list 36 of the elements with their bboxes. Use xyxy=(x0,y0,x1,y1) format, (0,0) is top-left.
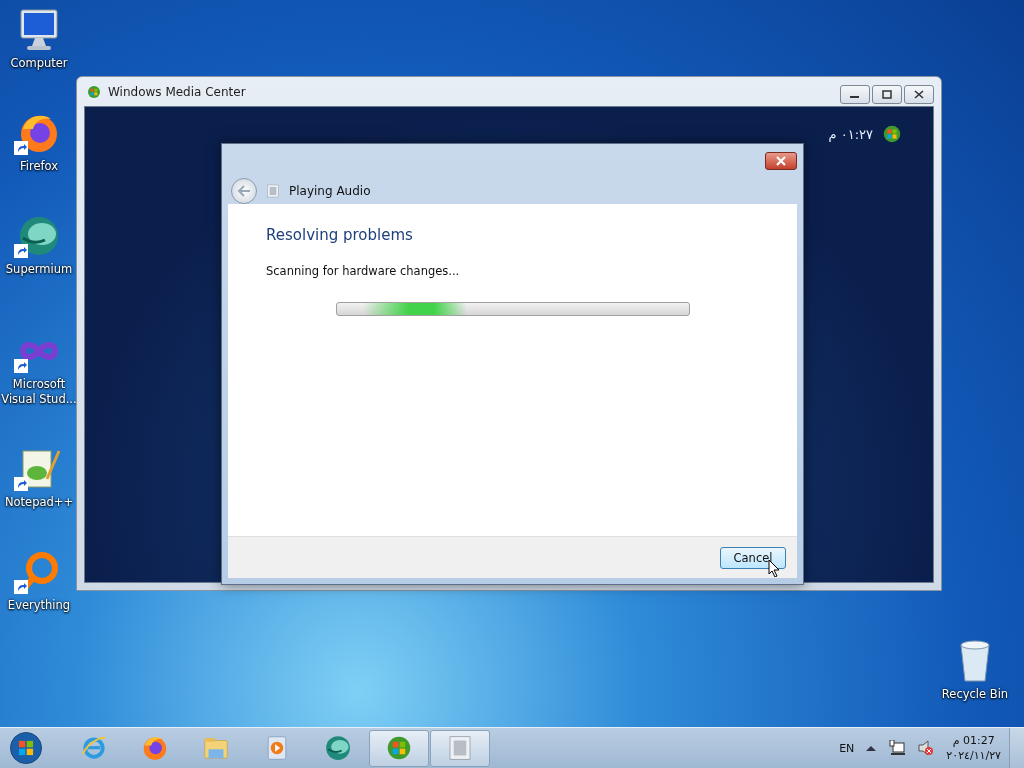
dialog-heading: Resolving problems xyxy=(266,226,414,244)
close-icon xyxy=(914,90,924,99)
desktop-icon-label[interactable]: Microsoft Visual Stud... xyxy=(0,377,78,407)
show-desktop-button[interactable] xyxy=(1009,728,1024,768)
clock-text: ٠١:٢٧ م xyxy=(828,126,873,142)
taskbar-button[interactable] xyxy=(369,729,429,767)
restore-button[interactable] xyxy=(872,85,902,104)
media-center-logo-icon xyxy=(86,83,102,100)
windows-orb-icon xyxy=(881,123,903,145)
desktop-icon-label[interactable]: Notepad++ xyxy=(4,495,74,510)
minimize-button[interactable] xyxy=(840,85,870,104)
show-hidden-icons-button[interactable] xyxy=(866,745,877,751)
network-icon[interactable] xyxy=(888,740,907,756)
desktop-icon-label[interactable]: Firefox xyxy=(19,159,59,174)
taskbar-button[interactable] xyxy=(430,729,490,767)
restore-icon xyxy=(882,90,892,99)
clock-time[interactable]: 01:27 م xyxy=(952,733,995,748)
desktop-icon-label[interactable]: Computer xyxy=(10,56,68,71)
clock-date[interactable]: ٢٠٢٤/١١/٢٧ xyxy=(946,748,1001,763)
desktop-icon-label[interactable]: Supermium xyxy=(5,262,73,277)
globe-icon xyxy=(323,733,353,763)
status-text: Scanning for hardware changes... xyxy=(266,264,461,278)
window-title: Windows Media Center xyxy=(108,84,247,99)
document-window-icon xyxy=(265,183,281,199)
start-button[interactable] xyxy=(9,731,43,765)
muted-speaker-icon[interactable] xyxy=(918,740,935,756)
cancel-button[interactable]: Cancel xyxy=(720,546,786,569)
back-arrow-icon xyxy=(237,185,251,197)
desktop-icon-label[interactable]: Everything xyxy=(7,598,71,613)
close-icon xyxy=(775,156,787,166)
dialog-title: Playing Audio xyxy=(289,184,371,198)
language-indicator[interactable]: EN xyxy=(839,741,855,755)
close-button[interactable] xyxy=(765,152,797,170)
back-button[interactable] xyxy=(231,178,257,204)
desktop-icon-label[interactable]: Recycle Bin xyxy=(941,687,1009,701)
close-button[interactable] xyxy=(904,85,934,104)
